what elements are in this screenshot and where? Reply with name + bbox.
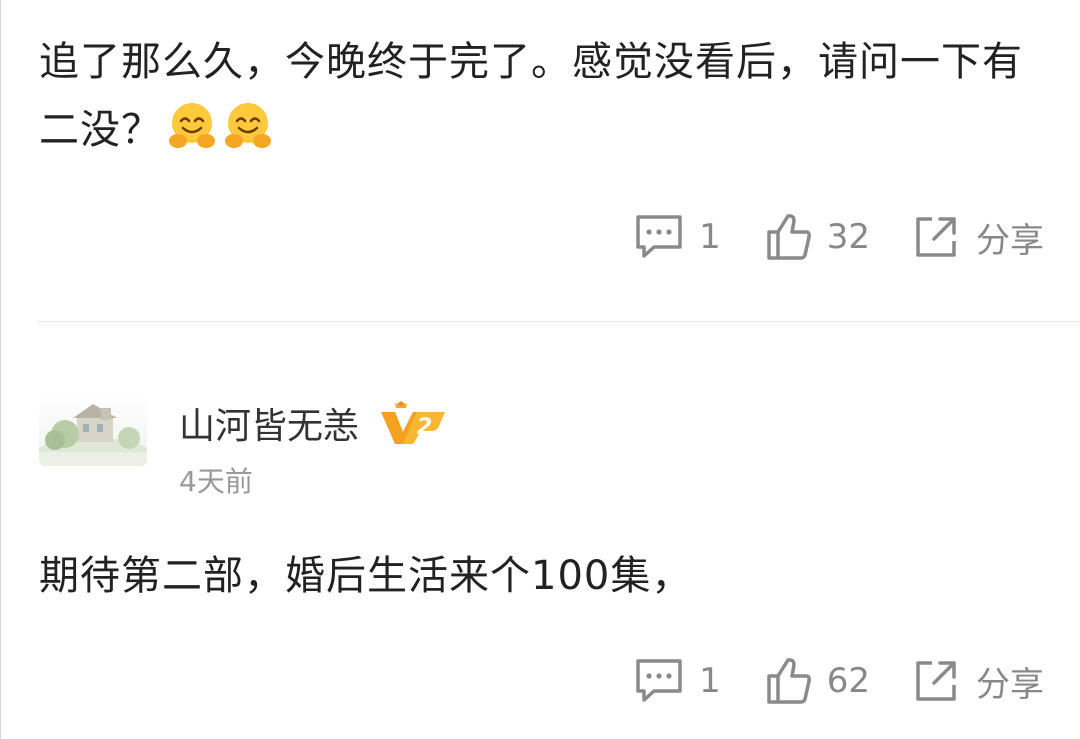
share-button[interactable]: 分享 [912,657,1044,706]
comment-actions: 1 32 分享 [633,209,1044,265]
like-button[interactable]: 62 [765,656,870,706]
comment-time: 4天前 [179,465,253,498]
like-count: 62 [826,661,870,701]
share-icon [916,217,956,257]
reply-button[interactable]: 1 [633,656,721,706]
share-label: 分享 [976,664,1044,705]
comment-list: 追了那么久，今晚终于完了。感觉没看后，请问一下有二没？ 1 32 分享 山河皆无… [0,0,1080,739]
vip-badge-icon: 2 [381,401,446,444]
comment-bubble-icon [636,659,682,702]
svg-text:2: 2 [417,415,432,440]
comment-text: 期待第二部，婚后生活来个100集， [39,542,1049,610]
reply-count: 1 [699,217,721,257]
share-label: 分享 [976,220,1044,261]
thumbs-up-icon [766,658,811,704]
comment-bubble-icon [636,215,682,258]
divider [37,321,1080,322]
comment-body: 期待第二部，婚后生活来个100集， [39,553,693,599]
hugging-face-emoji-icon [169,103,215,148]
avatar-image [39,394,147,466]
user-info: 山河皆无恙 2 [179,397,449,449]
avatar[interactable] [39,394,147,466]
share-button[interactable]: 分享 [912,213,1044,262]
share-icon [916,661,956,701]
like-button[interactable]: 32 [765,212,870,262]
thumbs-up-icon [766,214,811,260]
reply-button[interactable]: 1 [633,212,721,262]
username[interactable]: 山河皆无恙 [179,397,359,449]
hugging-face-emoji-icon [225,103,271,148]
reply-count: 1 [699,661,721,701]
like-count: 32 [826,217,870,257]
comment-actions: 1 62 分享 [633,653,1044,709]
comment-text: 追了那么久，今晚终于完了。感觉没看后，请问一下有二没？ [39,28,1049,164]
